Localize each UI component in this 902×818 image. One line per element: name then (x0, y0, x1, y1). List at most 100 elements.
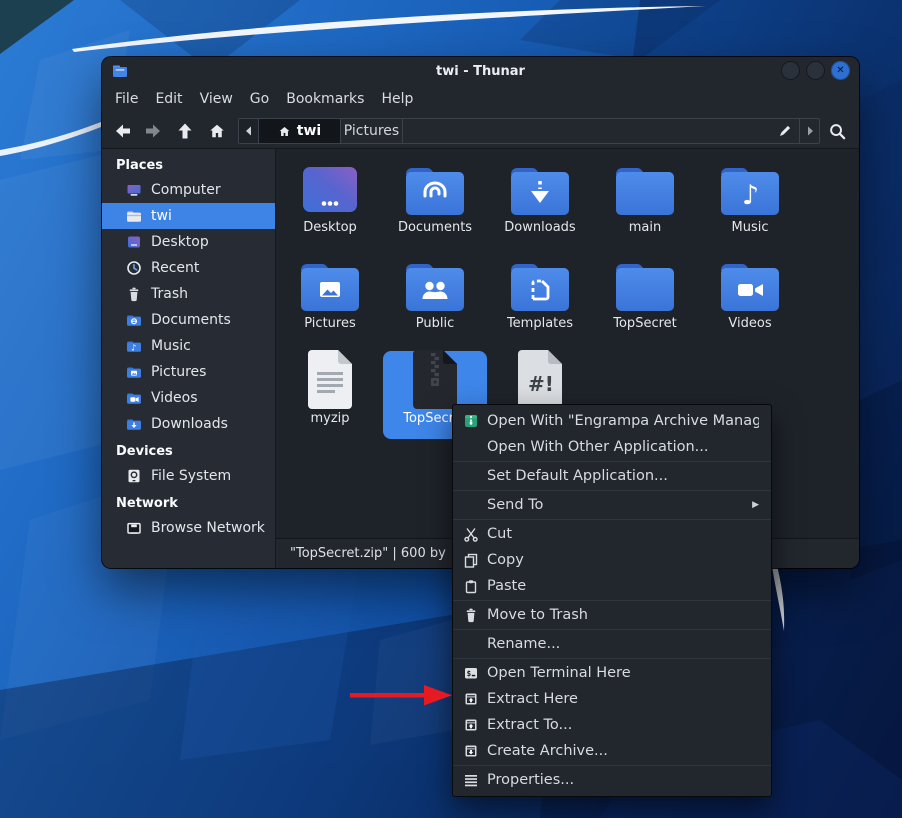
menu-item-label: Send To (487, 497, 744, 513)
breadcrumb-scroll-left-button[interactable] (239, 119, 259, 143)
cut-icon (463, 526, 479, 542)
sidebar-item-label: Music (151, 338, 191, 354)
svg-text:♪: ♪ (131, 343, 136, 353)
submenu-arrow-icon: ▶ (752, 500, 759, 510)
file-icon-wrap: ♪ (718, 160, 782, 218)
folder-downloads-icon (126, 416, 142, 432)
sidebar-item-computer[interactable]: Computer (102, 177, 275, 203)
menu-item-cut[interactable]: Cut (453, 521, 771, 547)
recent-icon (126, 260, 142, 276)
file-videos-9[interactable]: Videos (698, 256, 802, 344)
file-downloads-2[interactable]: Downloads (488, 160, 592, 248)
forward-button[interactable] (140, 118, 166, 144)
menu-item-label: Open Terminal Here (487, 665, 759, 681)
up-button[interactable] (172, 118, 198, 144)
titlebar[interactable]: twi - Thunar ✕ (102, 57, 859, 85)
menu-item-paste[interactable]: Paste (453, 573, 771, 599)
menubar-item-file[interactable]: File (115, 91, 138, 107)
file-icon-wrap (613, 160, 677, 218)
menu-item-open-terminal-here[interactable]: $ Open Terminal Here (453, 660, 771, 686)
breadcrumb-pictures[interactable]: Pictures (341, 119, 403, 143)
close-button[interactable]: ✕ (831, 61, 850, 80)
file-label: Desktop (303, 220, 357, 235)
back-button[interactable] (110, 118, 136, 144)
menu-item-properties[interactable]: Properties... (453, 767, 771, 793)
menu-item-rename[interactable]: Rename... (453, 631, 771, 657)
home-button[interactable] (204, 118, 230, 144)
terminal-icon: $ (463, 665, 479, 681)
svg-text:$: $ (467, 669, 472, 678)
menu-item-open-with-other-application[interactable]: Open With Other Application... (453, 434, 771, 460)
menubar-item-bookmarks[interactable]: Bookmarks (286, 91, 364, 107)
file-icon-wrap (718, 256, 782, 314)
menu-item-extract-here[interactable]: Extract Here (453, 686, 771, 712)
sidebar-section: File System (102, 463, 275, 489)
trash-icon (126, 286, 142, 302)
file-music-4[interactable]: ♪Music (698, 160, 802, 248)
sidebar-item-file-system[interactable]: File System (102, 463, 275, 489)
menu-separator (453, 765, 771, 766)
menu-item-create-archive[interactable]: Create Archive... (453, 738, 771, 764)
menu-item-label: Properties... (487, 772, 759, 788)
menu-item-send-to[interactable]: Send To ▶ (453, 492, 771, 518)
sidebar-item-label: Videos (151, 390, 198, 406)
sidebar-item-twi[interactable]: twi (102, 203, 275, 229)
engrampa-icon (463, 413, 479, 429)
menu-item-no-icon (463, 468, 479, 484)
sidebar-item-browse-network[interactable]: Browse Network (102, 515, 275, 541)
menubar-item-view[interactable]: View (200, 91, 233, 107)
sidebar-item-pictures[interactable]: Pictures (102, 359, 275, 385)
sidebar-item-music[interactable]: ♪ Music (102, 333, 275, 359)
computer-icon (126, 182, 142, 198)
pathbar: twi Pictures (238, 118, 820, 144)
user-folder-icon (126, 208, 142, 224)
menu-item-copy[interactable]: Copy (453, 547, 771, 573)
folder-icon (298, 258, 362, 314)
path-empty-area[interactable] (403, 119, 769, 143)
search-button[interactable] (824, 118, 850, 144)
maximize-button[interactable] (806, 61, 825, 80)
file-documents-1[interactable]: Documents (383, 160, 487, 248)
file-desktop-0[interactable]: Desktop (278, 160, 382, 248)
window-title: twi - Thunar (102, 64, 859, 79)
file-pictures-5[interactable]: Pictures (278, 256, 382, 344)
window-folder-icon (112, 63, 128, 79)
file-myzip-10[interactable]: myzip (278, 351, 382, 439)
menubar-item-go[interactable]: Go (250, 91, 269, 107)
properties-icon (463, 772, 479, 788)
extract-icon (463, 691, 479, 707)
folder-music-icon: ♪ (126, 338, 142, 354)
menu-item-label: Open With Other Application... (487, 439, 759, 455)
menu-item-extract-to[interactable]: Extract To... (453, 712, 771, 738)
file-label: Public (416, 316, 454, 331)
file-templates-7[interactable]: Templates (488, 256, 592, 344)
menu-item-move-to-trash[interactable]: Move to Trash (453, 602, 771, 628)
menu-item-open-with-engrampa-archive-manager[interactable]: Open With "Engrampa Archive Manager" (453, 408, 771, 434)
sidebar-item-recent[interactable]: Recent (102, 255, 275, 281)
annotation-arrow (344, 682, 456, 708)
pencil-icon (776, 123, 793, 140)
copy-icon (463, 552, 479, 568)
folder-icon (403, 258, 467, 314)
breadcrumb-home-twi[interactable]: twi (259, 119, 341, 143)
sidebar-item-desktop[interactable]: Desktop (102, 229, 275, 255)
menu-item-set-default-application[interactable]: Set Default Application... (453, 463, 771, 489)
home-icon (278, 125, 291, 138)
sidebar-item-downloads[interactable]: Downloads (102, 411, 275, 437)
sidebar-item-trash[interactable]: Trash (102, 281, 275, 307)
sidebar-item-documents[interactable]: Documents (102, 307, 275, 333)
svg-text:♪: ♪ (742, 180, 759, 211)
menu-item-label: Extract Here (487, 691, 759, 707)
file-topsecret-8[interactable]: TopSecret (593, 256, 697, 344)
menu-item-label: Set Default Application... (487, 468, 759, 484)
sidebar-item-videos[interactable]: Videos (102, 385, 275, 411)
menubar-item-edit[interactable]: Edit (155, 91, 182, 107)
breadcrumb-scroll-right-button[interactable] (799, 119, 819, 143)
file-main-3[interactable]: main (593, 160, 697, 248)
menubar-item-help[interactable]: Help (381, 91, 413, 107)
folder-videos-icon (126, 390, 142, 406)
edit-path-button[interactable] (769, 119, 799, 143)
sidebar-item-label: File System (151, 468, 231, 484)
minimize-button[interactable] (781, 61, 800, 80)
file-public-6[interactable]: Public (383, 256, 487, 344)
